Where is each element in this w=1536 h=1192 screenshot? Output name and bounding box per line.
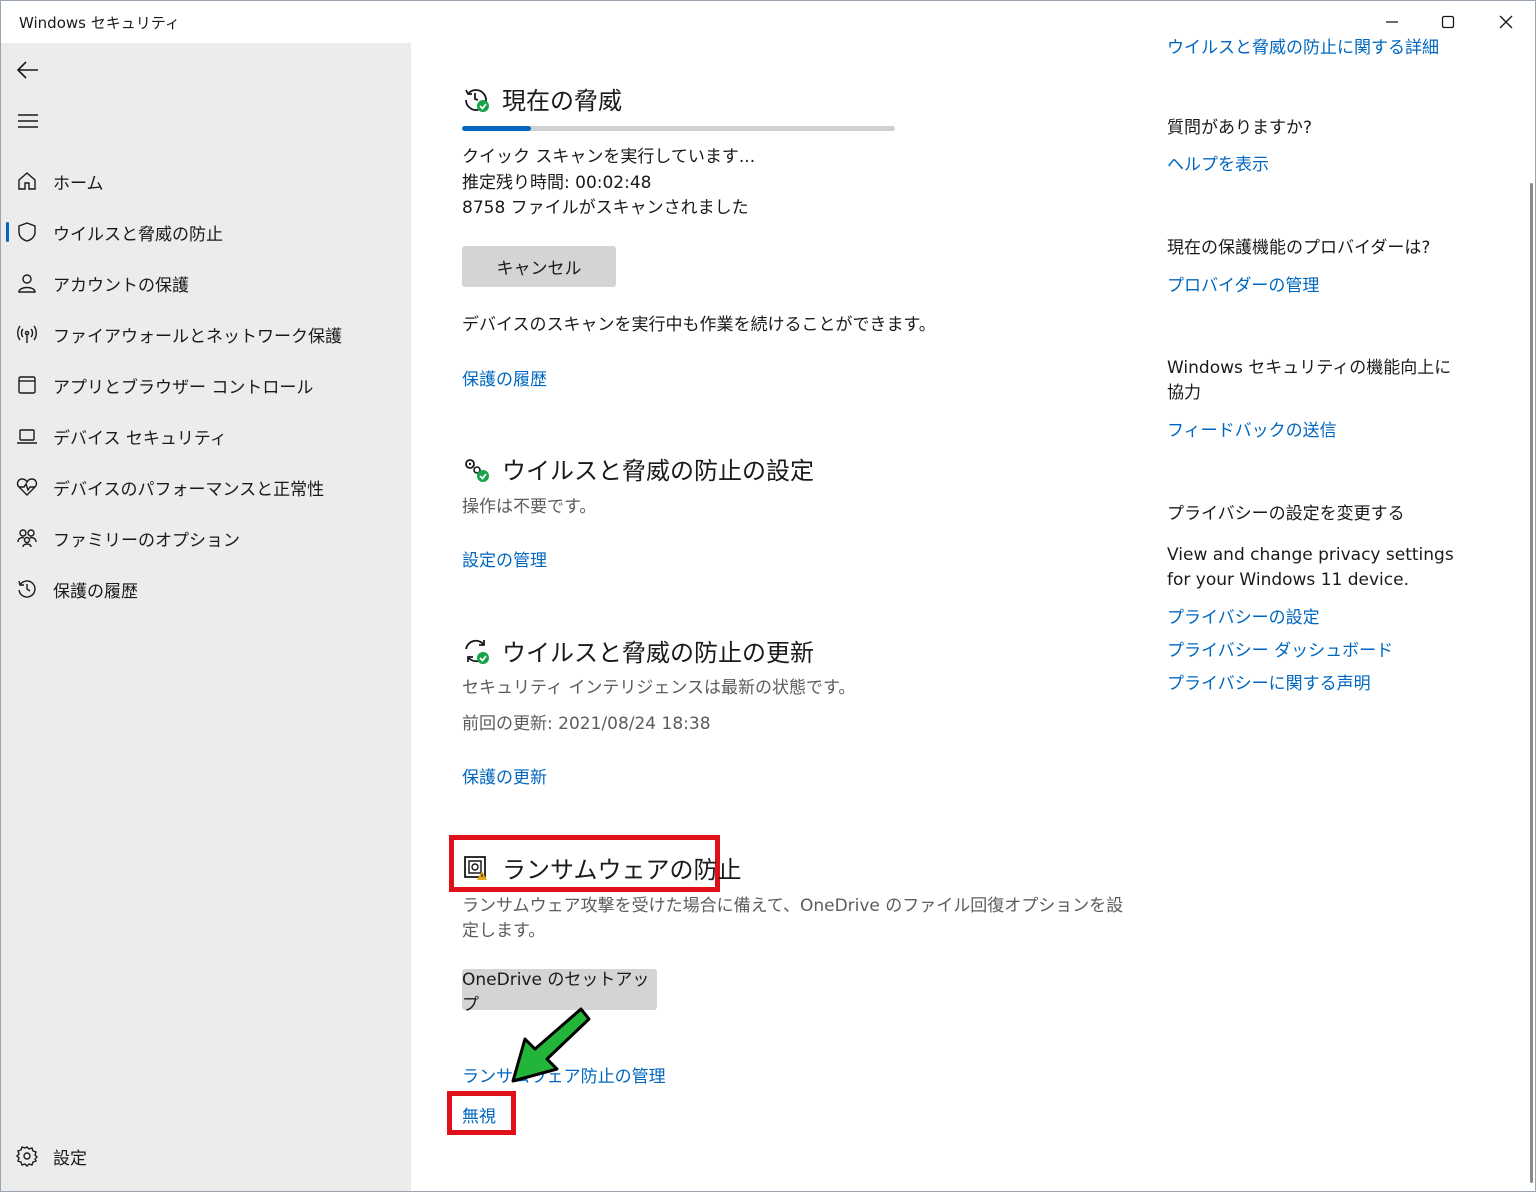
ransomware-description-line1: ランサムウェア攻撃を受けた場合に備えて、OneDrive のファイル回復オプショ… (462, 896, 1124, 916)
home-icon (1, 170, 53, 192)
dismiss-link[interactable]: 無視 (462, 1102, 496, 1127)
sidebar-item-label: ファイアウォールとネットワーク保護 (53, 326, 342, 347)
sidebar-item-family[interactable]: ファミリーのオプション (1, 516, 411, 560)
sidebar-item-home[interactable]: ホーム (1, 159, 411, 203)
improve-heading: Windows セキュリティの機能向上に協力 (1167, 358, 1452, 403)
privacy-statement-link[interactable]: プライバシーに関する声明 (1167, 669, 1371, 694)
main-content: 現在の脅威 クイック スキャンを実行しています... 推定残り時間: 00:02… (411, 38, 1535, 1191)
privacy-dashboard-link[interactable]: プライバシー ダッシュボード (1167, 636, 1393, 661)
settings-label: 設定 (53, 1148, 87, 1169)
scan-progress-bar (462, 126, 895, 131)
question-heading: 質問がありますか? (1167, 118, 1313, 138)
ransomware-folder-warning-icon (464, 855, 487, 880)
gears-check-icon (465, 458, 489, 482)
sidebar-item-label: 保護の履歴 (53, 581, 138, 602)
settings-section-header: ウイルスと脅威の防止の設定 (462, 451, 814, 486)
back-button[interactable] (13, 55, 43, 85)
sidebar-item-virus-protection[interactable]: ウイルスと脅威の防止 (1, 210, 411, 254)
menu-button[interactable] (13, 106, 43, 136)
files-scanned: 8758 ファイルがスキャンされました (462, 198, 749, 218)
time-remaining: 推定残り時間: 00:02:48 (462, 173, 652, 193)
sidebar-item-performance[interactable]: デバイスのパフォーマンスと正常性 (1, 465, 411, 509)
sidebar-item-label: ファミリーのオプション (53, 530, 240, 551)
ransomware-description-line2: 定します。 (462, 921, 546, 941)
app-window-icon (1, 374, 53, 396)
maximize-icon (1441, 15, 1455, 29)
ransomware-section-header: ランサムウェアの防止 (462, 850, 742, 885)
scan-status-line: クイック スキャンを実行しています... (462, 147, 756, 167)
scan-progress-fill (462, 126, 532, 131)
hamburger-icon (18, 114, 38, 128)
protection-updates-link[interactable]: 保護の更新 (462, 763, 547, 788)
sidebar-item-account[interactable]: アカウントの保護 (1, 261, 411, 305)
antenna-icon (1, 323, 53, 345)
laptop-icon (1, 425, 53, 447)
section-title: ウイルスと脅威の防止の設定 (502, 457, 814, 485)
updates-status: セキュリティ インテリジェンスは最新の状態です。 (462, 678, 856, 698)
history-icon (1, 578, 53, 600)
protection-history-link[interactable]: 保護の履歴 (462, 365, 547, 390)
sidebar-item-device-security[interactable]: デバイス セキュリティ (1, 414, 411, 458)
sidebar-item-settings[interactable]: 設定 (1, 1134, 411, 1178)
section-title: 現在の脅威 (502, 87, 622, 115)
feedback-link[interactable]: フィードバックの送信 (1167, 416, 1337, 441)
sidebar-item-label: デバイス セキュリティ (53, 428, 227, 449)
back-arrow-icon (16, 61, 38, 79)
section-title: ランサムウェアの防止 (502, 856, 742, 884)
privacy-heading: プライバシーの設定を変更する (1167, 504, 1405, 524)
sidebar-item-app-browser[interactable]: アプリとブラウザー コントロール (1, 363, 411, 407)
help-link[interactable]: ヘルプを表示 (1167, 150, 1269, 175)
heart-pulse-icon (1, 476, 53, 498)
cancel-button[interactable]: キャンセル (462, 246, 616, 287)
current-threats-header: 現在の脅威 (462, 81, 622, 116)
annotation-arrow-icon (511, 1007, 591, 1083)
section-title: ウイルスと脅威の防止の更新 (502, 639, 814, 667)
sidebar-item-history[interactable]: 保護の履歴 (1, 567, 411, 611)
learn-more-link[interactable]: ウイルスと脅威の防止に関する詳細 (1167, 33, 1439, 58)
scan-note: デバイスのスキャンを実行中も作業を続けることができます。 (462, 315, 936, 335)
sidebar-item-label: ウイルスと脅威の防止 (53, 224, 223, 245)
close-icon (1499, 15, 1513, 29)
sidebar-item-label: アカウントの保護 (53, 275, 189, 296)
provider-manage-link[interactable]: プロバイダーの管理 (1167, 271, 1319, 296)
sidebar: ホーム ウイルスと脅威の防止 アカウントの保護 ファイアウォールとネットワーク保… (1, 43, 411, 1191)
window-title: Windows セキュリティ (19, 14, 180, 32)
privacy-description: View and change privacy settings for you… (1167, 545, 1454, 590)
family-icon (1, 527, 53, 549)
sidebar-item-label: アプリとブラウザー コントロール (53, 377, 314, 398)
updates-section-header: ウイルスと脅威の防止の更新 (462, 633, 814, 668)
settings-status: 操作は不要です。 (462, 497, 597, 517)
last-update-time: 前回の更新: 2021/08/24 18:38 (462, 714, 711, 734)
privacy-settings-link[interactable]: プライバシーの設定 (1167, 603, 1320, 628)
gear-icon (1, 1145, 53, 1167)
manage-settings-link[interactable]: 設定の管理 (462, 546, 547, 571)
provider-heading: 現在の保護機能のプロバイダーは? (1167, 238, 1431, 258)
close-button[interactable] (1477, 1, 1535, 43)
scrollbar[interactable] (1530, 183, 1533, 1183)
shield-icon (1, 221, 53, 243)
sidebar-item-label: デバイスのパフォーマンスと正常性 (53, 479, 325, 500)
history-check-icon (465, 88, 489, 112)
sidebar-item-firewall[interactable]: ファイアウォールとネットワーク保護 (1, 312, 411, 356)
sidebar-item-label: ホーム (53, 173, 104, 194)
refresh-check-icon (465, 639, 489, 664)
minimize-icon (1386, 21, 1398, 23)
person-icon (1, 272, 53, 294)
app-window: Windows セキュリティ ホーム ウイルスと脅威の防止 アカウントの保護 フ… (0, 0, 1536, 1192)
